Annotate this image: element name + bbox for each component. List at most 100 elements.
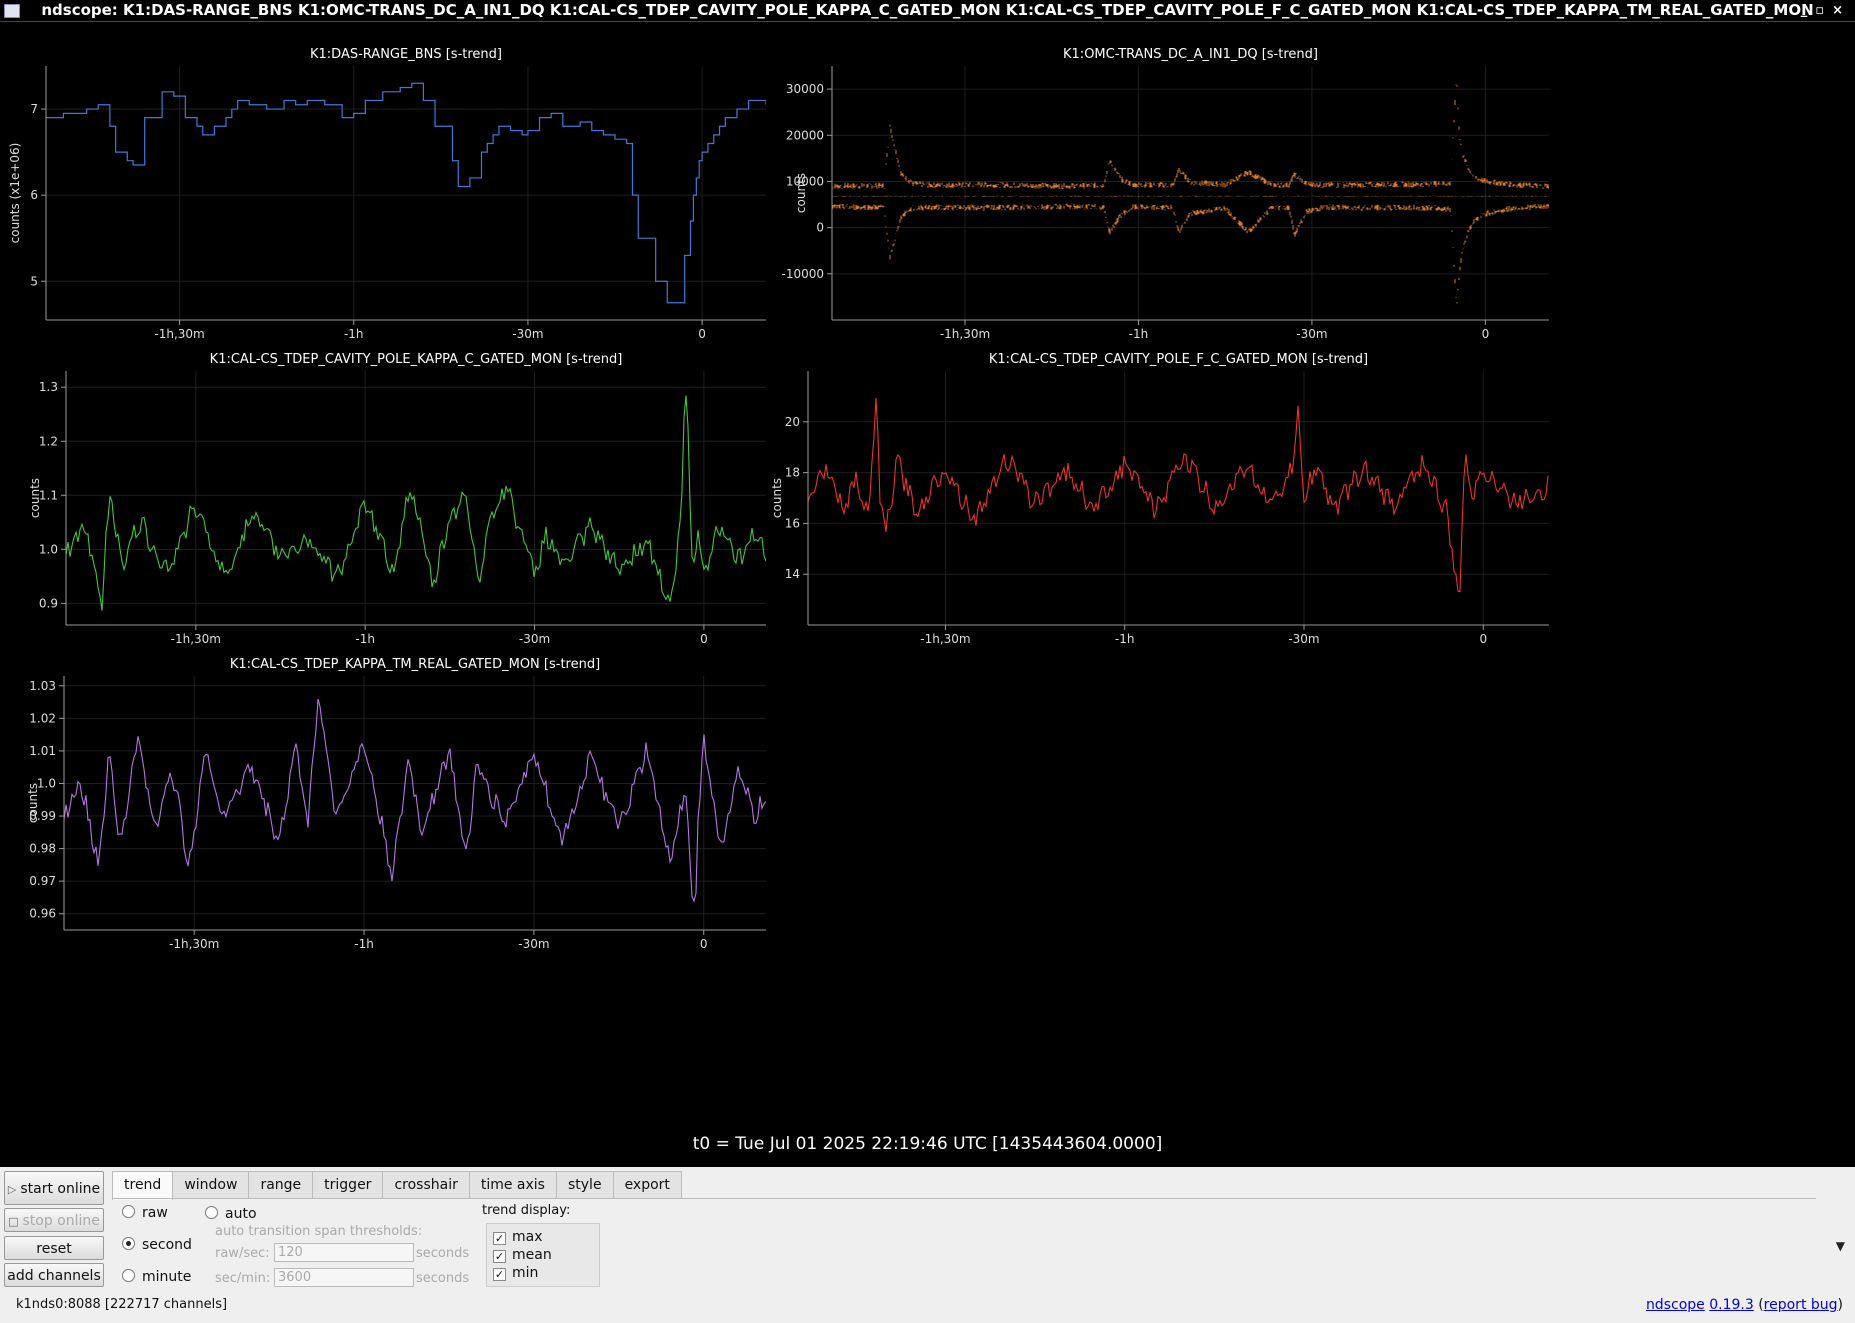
trend-min-checkbox[interactable]: ✓ min xyxy=(493,1265,538,1281)
raw-sec-unit: seconds xyxy=(416,1246,470,1261)
trend-display-label: trend display: xyxy=(482,1203,571,1218)
tab-trigger[interactable]: trigger xyxy=(312,1171,384,1198)
y-tick-label: -10000 xyxy=(781,267,824,281)
x-tick-label: 0 xyxy=(700,632,708,646)
tab-time-axis[interactable]: time axis xyxy=(468,1171,557,1198)
tab-style[interactable]: style xyxy=(555,1171,614,1198)
x-tick-label: -1h,30m xyxy=(940,327,990,341)
plot-area[interactable]: K1:DAS-RANGE_BNS [s-trend] 5 6 7 -1h,30m -1h -… xyxy=(4,22,1851,1167)
y-tick-label: 1.3 xyxy=(39,380,58,394)
x-tick-label: -30m xyxy=(518,937,549,951)
min-label: min xyxy=(512,1265,539,1281)
plot-grid[interactable]: K1:DAS-RANGE_BNS [s-trend] 5 6 7 -1h,30m -1h -… xyxy=(4,22,1851,1134)
close-icon[interactable]: × xyxy=(1832,3,1851,18)
tab-trend[interactable]: trend xyxy=(112,1171,174,1200)
minimize-icon[interactable]: _ xyxy=(1801,3,1816,18)
t0-label: t0 = Tue Jul 01 2025 22:19:46 UTC [14354… xyxy=(692,1134,1163,1154)
plot-title: K1:CAL-CS_TDEP_CAVITY_POLE_KAPPA_C_GATED… xyxy=(210,352,623,367)
tab-range[interactable]: range xyxy=(248,1171,314,1198)
x-tick-label: -1h xyxy=(355,632,375,646)
minute-label: minute xyxy=(142,1269,192,1285)
tab-window[interactable]: window xyxy=(172,1171,250,1198)
y-tick-label: 6 xyxy=(30,188,38,202)
y-axis-label: counts xyxy=(794,173,808,213)
x-tick-label: -1h,30m xyxy=(169,937,219,951)
x-tick-label: -1h xyxy=(1129,327,1149,341)
sec-min-input[interactable]: 3600 xyxy=(274,1268,414,1287)
radio-indicator xyxy=(205,1206,218,1219)
y-tick-label: 0.97 xyxy=(29,874,56,888)
plot-3[interactable]: K1:CAL-CS_TDEP_CAVITY_POLE_KAPPA_C_GATED… xyxy=(28,352,766,646)
x-tick-label: -1h xyxy=(1115,632,1135,646)
series-line xyxy=(64,698,766,903)
y-tick-label: 5 xyxy=(30,274,38,288)
plot-1[interactable]: K1:DAS-RANGE_BNS [s-trend] 5 6 7 -1h,30m -1h -… xyxy=(8,47,766,341)
y-tick-label: 18 xyxy=(785,466,800,480)
collapse-panel-icon[interactable]: ▼ xyxy=(1836,1239,1845,1253)
series-mean xyxy=(832,195,1549,197)
stop-online-label: stop online xyxy=(22,1213,100,1229)
window-title: ndscope: K1:DAS-RANGE_BNS K1:OMC-TRANS_D… xyxy=(41,1,1814,19)
maximize-icon[interactable]: ▫ xyxy=(1815,3,1832,18)
raw-label: raw xyxy=(142,1205,168,1221)
window-controls: _▫× xyxy=(1801,0,1851,21)
y-tick-label: 16 xyxy=(785,516,800,530)
report-bug-link[interactable]: report bug xyxy=(1764,1297,1838,1313)
raw-sec-input[interactable]: 120 xyxy=(274,1243,414,1262)
y-tick-label: 1.01 xyxy=(29,744,56,758)
plot-5[interactable]: K1:CAL-CS_TDEP_KAPPA_TM_REAL_GATED_MON [… xyxy=(26,657,766,951)
trend-mean-checkbox[interactable]: ✓ mean xyxy=(493,1247,552,1263)
series-line xyxy=(66,395,766,611)
x-tick-label: 0 xyxy=(1482,327,1490,341)
reset-button[interactable]: reset xyxy=(4,1236,104,1260)
y-tick-label: 0.98 xyxy=(29,842,56,856)
x-tick-label: -30m xyxy=(1288,632,1319,646)
version-link[interactable]: 0.19.3 xyxy=(1709,1297,1754,1313)
max-label: max xyxy=(512,1229,543,1245)
add-channels-button[interactable]: add channels xyxy=(4,1263,104,1287)
second-label: second xyxy=(142,1237,192,1253)
sec-min-unit: seconds xyxy=(416,1271,470,1286)
x-tick-label: -1h xyxy=(344,327,364,341)
y-tick-label: 0.96 xyxy=(29,907,56,921)
mean-label: mean xyxy=(512,1247,552,1263)
stop-online-button[interactable]: □ stop online xyxy=(4,1208,104,1232)
plot-2[interactable]: K1:OMC-TRANS_DC_A_IN1_DQ [s-trend] -10000… xyxy=(781,47,1549,341)
plot-data xyxy=(46,82,766,304)
y-tick-label: 20000 xyxy=(786,128,824,142)
window-menu-icon[interactable] xyxy=(4,4,20,18)
check-icon: ✓ xyxy=(493,1268,506,1281)
sec-min-label: sec/min: xyxy=(215,1271,271,1286)
plot-title: K1:OMC-TRANS_DC_A_IN1_DQ [s-trend] xyxy=(1063,47,1318,62)
start-online-button[interactable]: ▷ start online xyxy=(4,1171,104,1205)
plot-data xyxy=(64,698,766,903)
auto-label: auto xyxy=(225,1206,257,1222)
x-tick-label: -30m xyxy=(512,327,543,341)
tab-export[interactable]: export xyxy=(612,1171,682,1198)
check-icon: ✓ xyxy=(493,1250,506,1263)
y-tick-label: 1.0 xyxy=(39,542,58,556)
series-max xyxy=(832,84,1549,190)
tab-bar: trend window range trigger crosshair tim… xyxy=(112,1171,682,1200)
trend-second-radio[interactable]: second xyxy=(122,1237,192,1253)
trend-max-checkbox[interactable]: ✓ max xyxy=(493,1229,543,1245)
x-tick-label: -1h,30m xyxy=(920,632,970,646)
plot-title: K1:CAL-CS_TDEP_CAVITY_POLE_F_C_GATED_MON… xyxy=(989,352,1368,367)
trend-raw-radio[interactable]: raw xyxy=(122,1205,168,1221)
y-tick-label: 30000 xyxy=(786,82,824,96)
series-min xyxy=(832,203,1549,304)
x-tick-label: 0 xyxy=(1479,632,1487,646)
series-line xyxy=(808,397,1549,593)
tab-crosshair[interactable]: crosshair xyxy=(382,1171,470,1198)
trend-minute-radio[interactable]: minute xyxy=(122,1269,191,1285)
plot-4[interactable]: K1:CAL-CS_TDEP_CAVITY_POLE_F_C_GATED_MON… xyxy=(770,352,1549,646)
trend-auto-radio[interactable]: auto xyxy=(205,1206,257,1222)
y-tick-label: 0 xyxy=(816,221,824,235)
ndscope-link[interactable]: ndscope xyxy=(1646,1297,1705,1313)
x-tick-label: -1h xyxy=(354,937,374,951)
raw-sec-label: raw/sec: xyxy=(215,1246,270,1261)
y-tick-label: 20 xyxy=(785,415,800,429)
y-axis-label: counts (x1e+06) xyxy=(8,143,22,244)
thresholds-label: auto transition span thresholds: xyxy=(215,1224,423,1239)
y-axis-label: counts xyxy=(26,783,40,823)
